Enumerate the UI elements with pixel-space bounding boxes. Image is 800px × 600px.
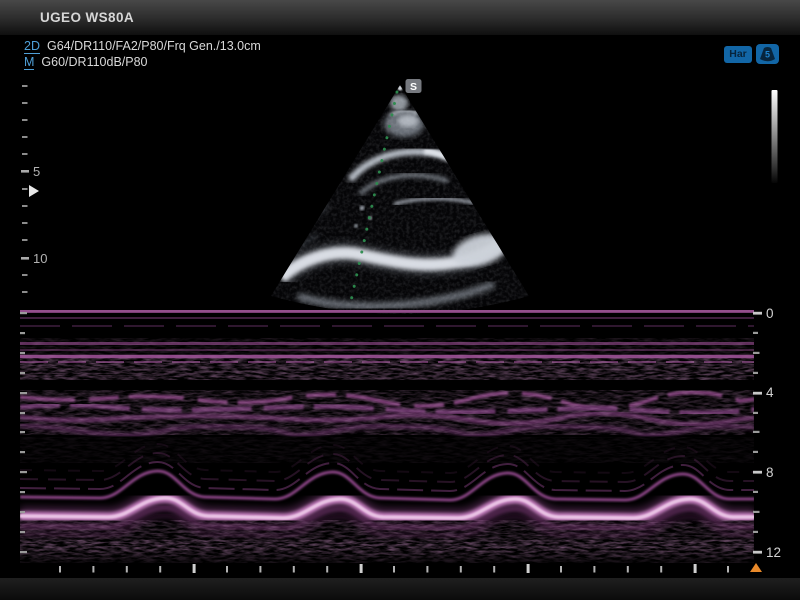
tick-mark	[426, 566, 428, 573]
tick-mark	[727, 566, 729, 573]
tick-mark	[193, 564, 196, 573]
focus-marker[interactable]	[29, 185, 39, 197]
m-right-mask	[754, 305, 800, 578]
m-depth-8: 8	[766, 465, 774, 480]
tick-mark	[753, 312, 762, 315]
m-left-mask	[0, 305, 20, 578]
m-depth-4: 4	[766, 385, 774, 400]
tick-mark	[753, 431, 760, 433]
tick-mark	[753, 551, 762, 554]
tick-mark	[22, 188, 28, 190]
tick-mark	[20, 431, 25, 433]
tick-mark	[21, 257, 29, 260]
m-bottom-mask	[20, 563, 755, 578]
tick-mark	[22, 136, 28, 138]
tick-mark	[527, 564, 530, 573]
tick-mark	[393, 566, 395, 573]
tick-mark	[20, 392, 27, 394]
2d-image[interactable]	[271, 85, 531, 335]
tick-mark	[753, 451, 758, 453]
tick-mark	[20, 352, 25, 354]
title-bar: UGEO WS80A	[0, 0, 800, 35]
depth-label-10: 10	[33, 251, 47, 266]
tick-mark	[20, 312, 27, 314]
svg-text:S: S	[410, 81, 417, 93]
orientation-marker: S	[406, 79, 422, 93]
tick-mark	[92, 566, 94, 573]
tick-mark	[20, 412, 25, 414]
tick-mark	[20, 511, 25, 513]
tick-mark	[20, 491, 25, 493]
tick-mark	[20, 451, 25, 453]
tick-mark	[22, 274, 28, 276]
tick-mark	[259, 566, 261, 573]
tick-mark	[20, 551, 27, 553]
tick-mark	[753, 352, 760, 354]
tick-mark	[22, 119, 28, 121]
tick-mark	[20, 332, 25, 334]
tick-mark	[21, 170, 29, 173]
m-depth-12: 12	[766, 545, 781, 560]
tick-mark	[694, 564, 697, 573]
tick-mark	[226, 566, 228, 573]
tick-mark	[326, 566, 328, 573]
tick-mark	[660, 566, 662, 573]
machine-title: UGEO WS80A	[40, 0, 134, 35]
tick-mark	[460, 566, 462, 573]
tick-mark	[753, 471, 762, 474]
tick-mark	[20, 372, 25, 374]
tick-mark	[593, 566, 595, 573]
imaging-area: S 5 10	[0, 35, 800, 600]
tick-mark	[753, 491, 758, 493]
tick-mark	[627, 566, 629, 573]
tick-mark	[159, 566, 161, 573]
tick-mark	[22, 85, 28, 87]
tick-mark	[753, 392, 762, 395]
tick-mark	[22, 222, 28, 224]
m-mode-trace	[20, 311, 755, 565]
tick-mark	[753, 511, 760, 513]
ultrasound-screen: UGEO WS80A 2DG64/DR110/FA2/P80/Frq Gen./…	[0, 0, 800, 600]
tick-mark	[560, 566, 562, 573]
tick-mark	[753, 332, 758, 334]
depth-label-5: 5	[33, 164, 40, 179]
tick-mark	[20, 531, 25, 533]
tick-mark	[20, 471, 27, 473]
tick-mark	[59, 566, 61, 573]
bottom-bar	[0, 578, 800, 600]
tick-mark	[22, 291, 28, 293]
tick-mark	[22, 102, 28, 104]
tick-mark	[360, 564, 363, 573]
tick-mark	[493, 566, 495, 573]
m-depth-0: 0	[766, 306, 774, 321]
tick-mark	[126, 566, 128, 573]
grayscale-bar	[772, 90, 778, 183]
tick-mark	[753, 412, 758, 414]
tick-mark	[753, 372, 758, 374]
tick-mark	[22, 205, 28, 207]
tick-mark	[22, 153, 28, 155]
depth-ruler-2d	[21, 85, 29, 293]
tick-mark	[293, 566, 295, 573]
tick-mark	[753, 531, 758, 533]
tick-mark	[22, 239, 28, 241]
